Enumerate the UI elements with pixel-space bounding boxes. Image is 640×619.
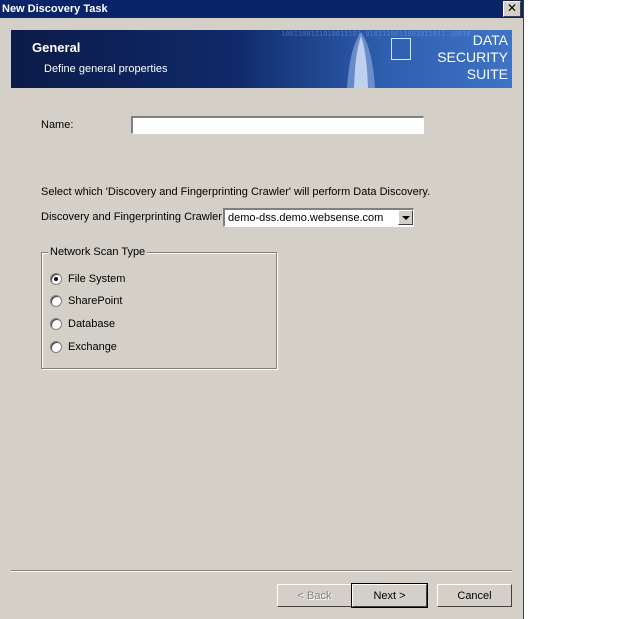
network-scan-type-legend: Network Scan Type — [48, 246, 148, 258]
footer-separator — [11, 570, 512, 572]
next-button[interactable]: Next > — [351, 583, 428, 608]
close-icon: ✕ — [506, 1, 518, 15]
brand-line-1: DATA — [472, 32, 508, 48]
radio-button[interactable] — [50, 273, 62, 285]
network-scan-type-group: Network Scan Type File System SharePoint… — [41, 246, 277, 369]
page-title: General — [32, 40, 81, 55]
brand-logo: DATA SECURITY SUITE — [437, 32, 508, 83]
close-button[interactable]: ✕ — [503, 1, 521, 17]
crawler-select-value: demo-dss.demo.websense.com — [228, 212, 384, 224]
crawler-select[interactable]: demo-dss.demo.websense.com — [223, 208, 414, 227]
rocket-icon — [347, 32, 375, 88]
back-button[interactable]: < Back — [277, 584, 352, 607]
radio-label: File System — [68, 273, 126, 285]
radio-button[interactable] — [50, 318, 62, 330]
radio-label: Database — [68, 318, 116, 330]
window-title: New Discovery Task — [2, 3, 108, 15]
title-bar[interactable]: New Discovery Task — [0, 0, 523, 18]
new-discovery-task-dialog: New Discovery Task ✕ 1001100111010011101… — [0, 0, 524, 619]
crawler-instruction: Select which 'Discovery and Fingerprinti… — [41, 186, 431, 198]
page-subtitle: Define general properties — [44, 63, 168, 75]
name-input[interactable] — [131, 116, 424, 134]
chevron-down-icon[interactable] — [398, 210, 413, 225]
document-lock-icon — [391, 38, 411, 60]
brand-line-3: SUITE — [466, 66, 508, 82]
radio-button[interactable] — [50, 295, 62, 307]
radio-label: SharePoint — [68, 295, 123, 307]
brand-line-2: SECURITY — [437, 49, 508, 65]
radio-label: Exchange — [68, 341, 117, 353]
cancel-button[interactable]: Cancel — [437, 584, 512, 607]
header-banner: 1001100111010011101 0101110011001011011 … — [11, 30, 512, 88]
radio-button[interactable] — [50, 341, 62, 353]
crawler-label: Discovery and Fingerprinting Crawler — [41, 211, 222, 223]
name-label: Name: — [41, 119, 74, 131]
